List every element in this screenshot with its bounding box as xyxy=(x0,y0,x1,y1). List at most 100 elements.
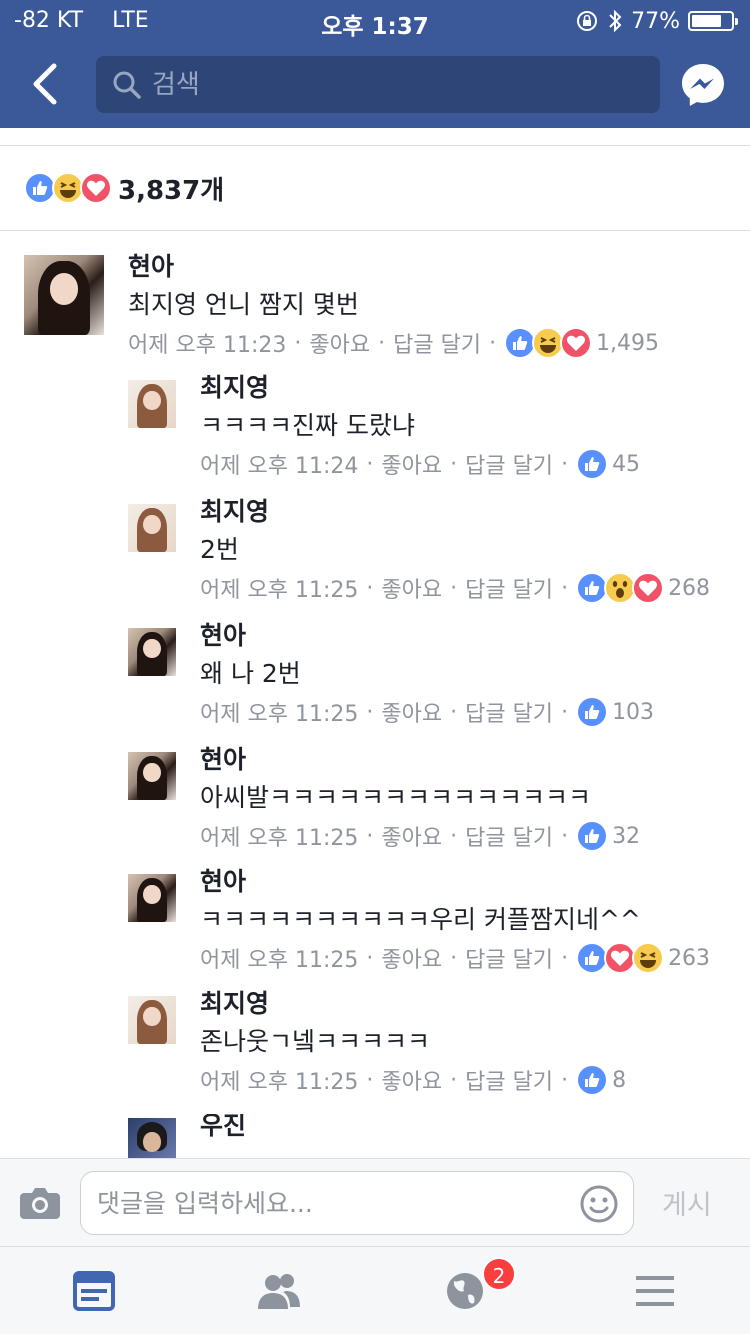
avatar[interactable] xyxy=(128,996,176,1044)
comment-input-box[interactable] xyxy=(80,1171,634,1235)
notifications-globe-icon[interactable] xyxy=(444,1271,486,1311)
search-input[interactable] xyxy=(152,56,632,113)
separator-dot: · xyxy=(561,575,569,601)
separator-dot: · xyxy=(450,945,458,971)
comment-meta: 어제 오후 11:25 · 좋아요 · 답글 달기 · 263 xyxy=(200,941,718,975)
comment-reactions[interactable]: 1,495 xyxy=(504,327,659,359)
comment-reactions[interactable]: 45 xyxy=(576,448,640,480)
love-reaction-icon xyxy=(80,172,112,204)
reaction-count: 32 xyxy=(612,823,641,849)
divider xyxy=(0,230,750,231)
comment-author[interactable]: 최지영 xyxy=(200,368,269,404)
like-reaction-icon xyxy=(576,448,609,480)
comment-reactions[interactable]: 8 xyxy=(576,1064,626,1096)
comment-meta: 어제 오후 11:25 · 좋아요 · 답글 달기 · 103 xyxy=(200,695,662,729)
reply-link[interactable]: 답글 달기 xyxy=(465,820,553,852)
comment-reactions[interactable]: 103 xyxy=(576,696,654,728)
comment-timestamp: 어제 오후 11:25 xyxy=(200,1070,359,1095)
rotation-lock-icon xyxy=(577,11,598,31)
like-link[interactable]: 좋아요 xyxy=(381,572,442,604)
back-arrow-icon[interactable] xyxy=(28,62,64,106)
comment-timestamp: 어제 오후 11:25 xyxy=(200,826,359,851)
reply-link[interactable]: 답글 달기 xyxy=(465,696,553,728)
menu-tab-icon[interactable] xyxy=(634,1271,676,1311)
separator-dot: · xyxy=(366,699,374,725)
reply-comment: 현아 ㅋㅋㅋㅋㅋㅋㅋㅋㅋㅋ우리 커플짬지네^^ 어제 오후 11:25 · 좋아요 · 답글… xyxy=(0,867,750,990)
status-right: 77% xyxy=(575,8,738,34)
comment-author[interactable]: 현아 xyxy=(200,740,246,776)
comment-timestamp: 어제 오후 11:24 xyxy=(200,454,359,479)
comment-author[interactable]: 현아 xyxy=(200,862,246,898)
comment-timestamp: 어제 오후 11:23 xyxy=(128,333,287,358)
separator-dot: · xyxy=(450,1067,458,1093)
comment-author[interactable]: 최지영 xyxy=(200,492,269,528)
like-link[interactable]: 좋아요 xyxy=(381,1064,442,1096)
post-button[interactable]: 게시 xyxy=(662,1183,712,1222)
avatar[interactable] xyxy=(128,628,176,676)
reply-comment: 최지영 존나웃ㄱ넼ㅋㅋㅋㅋㅋ 어제 오후 11:25 · 좋아요 · 답글 달기 · 8 xyxy=(0,989,750,1112)
separator-dot: · xyxy=(561,823,569,849)
comment-input[interactable] xyxy=(97,1172,567,1234)
comment-timestamp: 어제 오후 11:25 xyxy=(200,702,359,727)
comment-timestamp: 어제 오후 11:25 xyxy=(200,578,359,603)
comment-meta: 어제 오후 11:23 · 좋아요 · 답글 달기 · 1,495 xyxy=(128,326,667,360)
reply-comment: 최지영 2번 어제 오후 11:25 · 좋아요 · 답글 달기 · 268 xyxy=(0,497,750,620)
separator-dot: · xyxy=(561,945,569,971)
comment-author[interactable]: 최지영 xyxy=(200,984,269,1020)
comment-reactions[interactable]: 268 xyxy=(576,572,710,604)
status-bar: -82 KT LTE 오후 1:37 77% xyxy=(0,0,750,40)
like-link[interactable]: 좋아요 xyxy=(381,820,442,852)
camera-icon[interactable] xyxy=(20,1185,60,1219)
reaction-count: 263 xyxy=(668,945,711,971)
avatar[interactable] xyxy=(128,752,176,800)
comment-author[interactable]: 현아 xyxy=(200,616,246,652)
separator-dot: · xyxy=(378,330,386,356)
comment-meta: 어제 오후 11:24 · 좋아요 · 답글 달기 · 45 xyxy=(200,447,648,481)
reply-comment: 최지영 ㅋㅋㅋㅋ진짜 도랐냐 어제 오후 11:24 · 좋아요 · 답글 달기 · 45 xyxy=(0,373,750,496)
comment-author[interactable]: 우진 xyxy=(200,1114,246,1142)
haha-reaction-icon xyxy=(632,942,665,974)
comment-meta: 어제 오후 11:25 · 좋아요 · 답글 달기 · 32 xyxy=(200,819,648,853)
reply-link[interactable]: 답글 달기 xyxy=(465,942,553,974)
reply-link[interactable]: 답글 달기 xyxy=(465,1064,553,1096)
reply-comment: 현아 아씨발ㅋㅋㅋㅋㅋㅋㅋㅋㅋㅋㅋㅋㅋㅋ 어제 오후 11:25 · 좋아요 · 답글 달기… xyxy=(0,745,750,868)
avatar[interactable] xyxy=(128,874,176,922)
sticker-smiley-icon[interactable] xyxy=(579,1184,619,1224)
comment-reactions[interactable]: 263 xyxy=(576,942,710,974)
like-link[interactable]: 좋아요 xyxy=(381,448,442,480)
friends-tab-icon[interactable] xyxy=(256,1271,302,1311)
reaction-count: 8 xyxy=(612,1067,627,1093)
reply-link[interactable]: 답글 달기 xyxy=(393,327,481,359)
comment: 현아 최지영 언니 짬지 몇번 어제 오후 11:23 · 좋아요 · 답글 달기 · 1,49… xyxy=(0,252,750,375)
reaction-count: 103 xyxy=(612,699,655,725)
avatar[interactable] xyxy=(128,1118,176,1158)
separator-dot: · xyxy=(366,575,374,601)
separator-dot: · xyxy=(366,823,374,849)
reaction-count: 3,837개 xyxy=(118,175,225,206)
reaction-summary[interactable]: 3,837개 xyxy=(24,168,224,208)
search-bar[interactable] xyxy=(96,56,660,113)
separator-dot: · xyxy=(366,451,374,477)
comment-reactions[interactable]: 32 xyxy=(576,820,640,852)
battery-icon xyxy=(688,11,738,31)
like-link[interactable]: 좋아요 xyxy=(309,327,370,359)
comment-text: 왜 나 2번 xyxy=(200,659,301,688)
news-feed-tab-icon[interactable] xyxy=(73,1271,115,1311)
comment-author[interactable]: 현아 xyxy=(128,247,174,283)
like-link[interactable]: 좋아요 xyxy=(381,696,442,728)
comment-text: ㅋㅋㅋㅋ진짜 도랐냐 xyxy=(200,411,415,440)
love-reaction-icon xyxy=(632,572,665,604)
separator-dot: · xyxy=(561,1067,569,1093)
avatar[interactable] xyxy=(24,255,104,335)
like-link[interactable]: 좋아요 xyxy=(381,942,442,974)
reply-link[interactable]: 답글 달기 xyxy=(465,572,553,604)
reply-link[interactable]: 답글 달기 xyxy=(465,448,553,480)
like-reaction-icon xyxy=(576,820,609,852)
messenger-icon[interactable] xyxy=(680,62,726,108)
search-icon xyxy=(113,71,141,99)
like-reaction-icon xyxy=(576,1064,609,1096)
separator-dot: · xyxy=(450,451,458,477)
avatar[interactable] xyxy=(128,380,176,428)
avatar[interactable] xyxy=(128,504,176,552)
separator-dot: · xyxy=(294,330,302,356)
